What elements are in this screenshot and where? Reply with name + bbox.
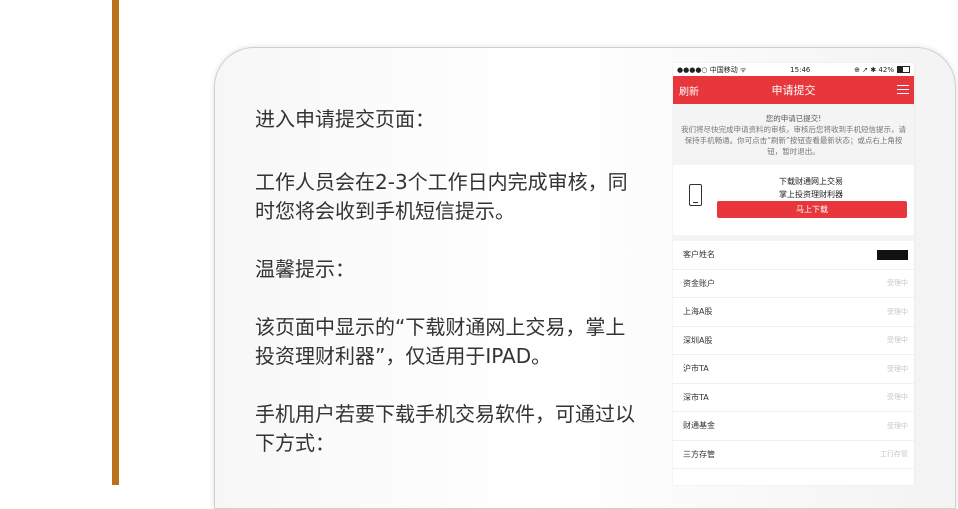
row-status: 受理中 [887,336,908,345]
status-right: ⊕ ➚ ✱ 42% [854,66,910,74]
step-heading: 进入申请提交页面： [255,107,435,131]
list-item: 上海A股 受理中 [673,298,914,327]
nav-title: 申请提交 [771,84,816,97]
refresh-button[interactable]: 刷新 [679,83,699,98]
list-item: 三方存管 工行存管 [673,440,914,469]
tip-heading: 温馨提示： [255,257,355,281]
ipad-note: 该页面中显示的“下载财通网上交易，掌上投资理财利器”，仅适用于IPAD。 [255,315,626,368]
mobile-note: 手机用户若要下载手机交易软件，可通过以下方式： [255,402,635,455]
status-bar: ●●●●○ 中国移动 ᯤ 15:46 ⊕ ➚ ✱ 42% [673,63,914,76]
row-label: 三方存管 [683,449,715,459]
battery-icon [896,66,910,73]
mobile-phone-icon [689,184,702,206]
row-label: 资金账户 [683,278,715,288]
list-item: 深市TA 受理中 [673,383,914,412]
download-now-button[interactable]: 马上下载 [717,201,907,218]
download-line2: 掌上投资理财利器 [779,190,843,199]
row-status: 受理中 [887,279,908,288]
list-item: 客户姓名 [673,241,914,270]
status-list: 客户姓名 资金账户 受理中 上海A股 受理中 深圳A股 受理中 沪市TA 受理中… [673,235,914,469]
status-time: 15:46 [790,65,811,74]
row-label: 沪市TA [683,364,709,374]
list-item: 沪市TA 受理中 [673,355,914,384]
row-status: 受理中 [887,364,908,373]
review-info: 工作人员会在2-3个工作日内完成审核，同时您将会收到手机短信提示。 [255,170,628,223]
row-status: 工行存管 [880,450,908,459]
status-indicators: ⊕ ➚ ✱ 42% [854,65,894,74]
carrier-signal: ●●●●○ 中国移动 ᯤ [677,65,747,74]
row-label: 深市TA [683,392,709,402]
row-label: 财通基金 [683,421,715,431]
nav-bar: 刷新 申请提交 [673,76,914,104]
left-accent-bar [112,0,119,485]
row-label: 深圳A股 [683,335,713,345]
list-icon[interactable] [897,85,909,95]
download-banner: 下载财通网上交易 掌上投资理财利器 马上下载 [673,167,914,235]
row-label: 上海A股 [683,307,713,317]
phone-screenshot: ●●●●○ 中国移动 ᯤ 15:46 ⊕ ➚ ✱ 42% 刷新 申请提交 您的申… [673,63,914,485]
redacted-name [877,249,908,260]
submit-notice: 您的申请已提交! 我们将尽快完成申请资料的审核，审核后您将收到手机短信提示，请保… [673,104,914,165]
list-item: 财通基金 受理中 [673,412,914,441]
notice-title: 您的申请已提交! [765,114,822,123]
row-status: 受理中 [887,307,908,316]
row-status: 受理中 [887,421,908,430]
list-item: 深圳A股 受理中 [673,326,914,355]
row-label: 客户姓名 [683,250,715,260]
list-item: 资金账户 受理中 [673,269,914,298]
notice-body: 我们将尽快完成申请资料的审核，审核后您将收到手机短信提示，请保持手机畅通。你可点… [681,125,906,156]
row-status: 受理中 [887,393,908,402]
download-line1: 下载财通网上交易 [779,177,843,186]
